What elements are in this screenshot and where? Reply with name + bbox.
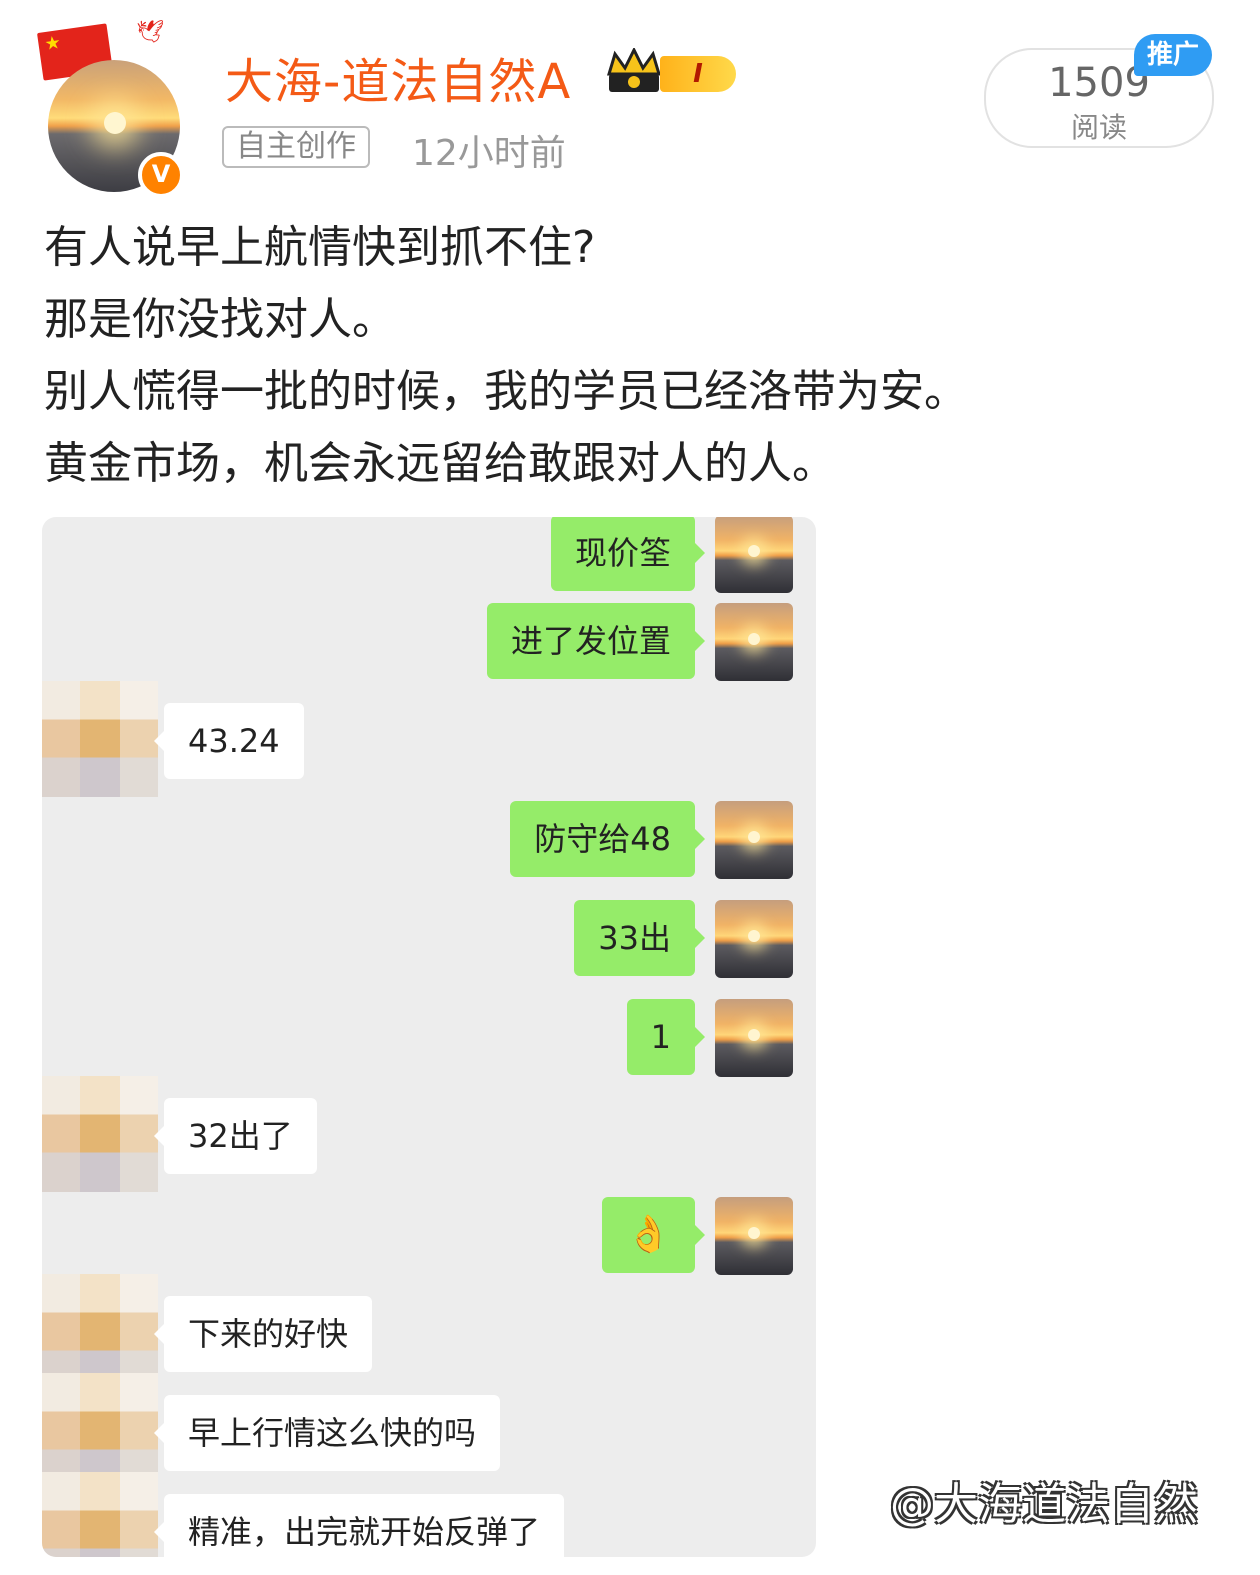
message-bubble-out: 1 (626, 999, 706, 1075)
post-line: 别人慌得一批的时候，我的学员已经洛带为安。 (44, 366, 968, 417)
message-bubble-out: 防守给48 (510, 801, 705, 877)
post-line: 那是你没找对人。 (44, 294, 396, 345)
message-bubble-in: 精准，出完就开始反弹了 (153, 1494, 565, 1557)
promo-badge[interactable]: 推广 (1134, 34, 1212, 76)
message-bubble-in: 下来的好快 (153, 1296, 373, 1372)
avatar (715, 999, 793, 1077)
message-bubble-in: 32出了 (154, 1098, 317, 1174)
read-label: 阅读 (1070, 111, 1127, 144)
blurred-avatar (42, 681, 158, 797)
author-name[interactable]: 大海-道法自然A (225, 42, 571, 112)
ok-hand-icon: 👌 (602, 1197, 705, 1273)
blurred-avatar (42, 1076, 158, 1192)
chat-screenshot[interactable]: 现价筌 进了发位置 43.24 防守给48 33出 1 32出了 👌 下来的好快… (42, 517, 816, 1557)
author-avatar-block[interactable]: ★ 🕊 V (37, 20, 190, 198)
message-bubble-in: 早上行情这么快的吗 (153, 1395, 501, 1471)
watermark: @大海道法自然 (890, 1479, 1198, 1530)
message-bubble-out: 进了发位置 (486, 603, 706, 679)
crown-icon (606, 48, 662, 92)
avatar (715, 1197, 793, 1275)
post-time: 12小时前 (412, 133, 566, 174)
avatar (715, 801, 793, 879)
blurred-avatar (42, 1472, 158, 1557)
dove-icon: 🕊 (136, 20, 164, 45)
post-line: 有人说早上航情快到抓不住? (44, 222, 596, 273)
avatar (715, 900, 793, 978)
post-body: 有人说早上航情快到抓不住? 那是你没找对人。 别人慌得一批的时候，我的学员已经洛… (44, 212, 968, 500)
message-bubble-out: 33出 (574, 900, 705, 976)
original-tag: 自主创作 (222, 126, 370, 168)
level-badge: I (660, 56, 736, 92)
post-line: 黄金市场，机会永远留给敢跟对人的人。 (44, 438, 836, 489)
message-bubble-out: 现价筌 (550, 517, 706, 591)
message-bubble-in: 43.24 (154, 703, 304, 779)
verified-badge-icon: V (138, 152, 184, 198)
avatar (715, 603, 793, 681)
avatar (715, 517, 793, 593)
